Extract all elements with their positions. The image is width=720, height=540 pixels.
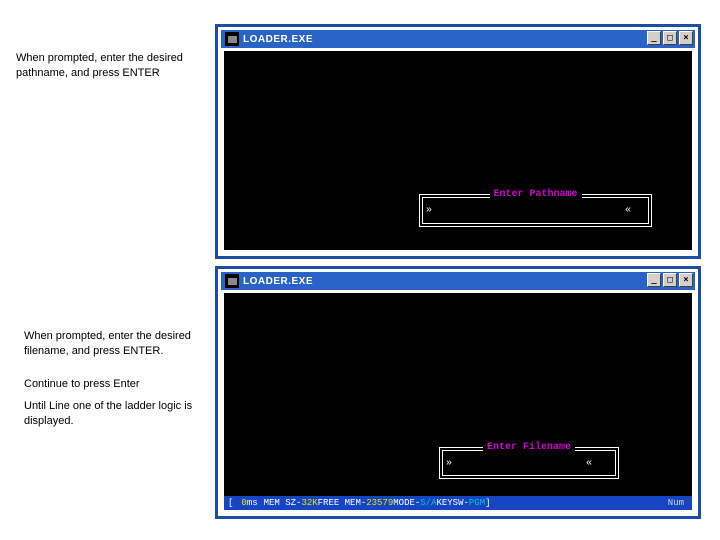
status-freemem-value: 23579 xyxy=(366,498,393,508)
status-memsz-label: MEM SZ- xyxy=(264,498,302,508)
window-title: LOADER.EXE xyxy=(243,34,313,45)
close-button[interactable]: × xyxy=(679,273,693,287)
terminal-area: Enter Filename » « [ 0 ms MEM SZ- 32K FR… xyxy=(224,293,692,510)
instruction-enter-filename: When prompted, enter the desired filenam… xyxy=(24,329,194,359)
titlebar[interactable]: LOADER.EXE _ □ × xyxy=(221,272,695,290)
close-button[interactable]: × xyxy=(679,31,693,45)
prompt-title: Enter Filename xyxy=(483,442,575,453)
minimize-button[interactable]: _ xyxy=(647,273,661,287)
status-mode-label: MODE- xyxy=(393,498,420,508)
status-memsz-value: 32K xyxy=(301,498,317,508)
status-keysw-value: PGM xyxy=(469,498,485,508)
status-keysw-label: KEYSW- xyxy=(436,498,468,508)
quote-right-icon: « xyxy=(586,458,592,469)
quote-right-icon: « xyxy=(625,205,631,216)
enter-pathname-dialog: Enter Pathname » « xyxy=(419,194,652,227)
minimize-button[interactable]: _ xyxy=(647,31,661,45)
instruction-continue-enter: Continue to press Enter xyxy=(24,377,194,392)
app-icon xyxy=(225,32,239,46)
window-title: LOADER.EXE xyxy=(243,276,313,287)
status-bracket-left: [ xyxy=(228,498,233,508)
quote-left-icon: » xyxy=(426,205,432,216)
maximize-button[interactable]: □ xyxy=(663,31,677,45)
app-icon xyxy=(225,274,239,288)
quote-left-icon: » xyxy=(446,458,452,469)
titlebar[interactable]: LOADER.EXE _ □ × xyxy=(221,30,695,48)
loader-window-filename: LOADER.EXE _ □ × Enter Filename » « [ 0 … xyxy=(215,266,701,519)
filename-input[interactable] xyxy=(456,457,556,469)
instruction-until-line-one: Until Line one of the ladder logic is di… xyxy=(24,399,214,429)
prompt-title: Enter Pathname xyxy=(489,189,581,200)
status-mode-value: S/A xyxy=(420,498,436,508)
enter-filename-dialog: Enter Filename » « xyxy=(439,447,619,479)
pathname-input[interactable] xyxy=(436,205,621,217)
status-ms-label: ms xyxy=(247,498,258,508)
maximize-button[interactable]: □ xyxy=(663,273,677,287)
status-bar: [ 0 ms MEM SZ- 32K FREE MEM- 23579 MODE-… xyxy=(224,496,692,510)
status-numlock: Num xyxy=(668,498,684,508)
instruction-enter-pathname: When prompted, enter the desired pathnam… xyxy=(16,51,196,81)
status-bracket-right: ] xyxy=(485,498,490,508)
status-freemem-label: FREE MEM- xyxy=(318,498,367,508)
terminal-area: Enter Pathname » « xyxy=(224,51,692,250)
loader-window-pathname: LOADER.EXE _ □ × Enter Pathname » « xyxy=(215,24,701,259)
